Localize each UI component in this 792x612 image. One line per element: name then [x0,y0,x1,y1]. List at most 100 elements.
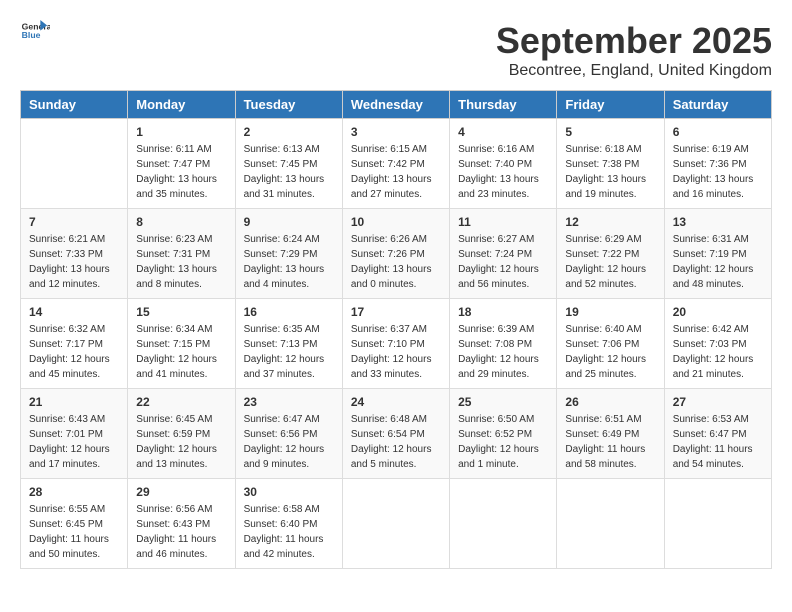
day-number: 7 [29,215,119,229]
calendar-cell: 1 Sunrise: 6:11 AM Sunset: 7:47 PM Daylig… [128,119,235,209]
calendar-cell [21,119,128,209]
calendar-cell: 5 Sunrise: 6:18 AM Sunset: 7:38 PM Daylig… [557,119,664,209]
day-number: 9 [244,215,334,229]
day-number: 21 [29,395,119,409]
calendar-cell: 7 Sunrise: 6:21 AM Sunset: 7:33 PM Daylig… [21,209,128,299]
day-number: 4 [458,125,548,139]
calendar-cell: 28Sunrise: 6:55 AM Sunset: 6:45 PM Dayli… [21,479,128,569]
day-number: 10 [351,215,441,229]
day-info: Sunrise: 6:15 AM Sunset: 7:42 PM Dayligh… [351,142,441,202]
calendar-cell: 30 Sunrise: 6:58 AM Sunset: 6:40 PM Dayli… [235,479,342,569]
day-info: Sunrise: 6:32 AM Sunset: 7:17 PM Dayligh… [29,322,119,382]
weekday-header-sunday: Sunday [21,91,128,119]
weekday-header-thursday: Thursday [450,91,557,119]
calendar-cell: 9 Sunrise: 6:24 AM Sunset: 7:29 PM Daylig… [235,209,342,299]
day-number: 1 [136,125,226,139]
calendar-cell: 12 Sunrise: 6:29 AM Sunset: 7:22 PM Dayli… [557,209,664,299]
day-info: Sunrise: 6:45 AM Sunset: 6:59 PM Dayligh… [136,412,226,472]
day-info: Sunrise: 6:34 AM Sunset: 7:15 PM Dayligh… [136,322,226,382]
day-number: 2 [244,125,334,139]
weekday-header-row: SundayMondayTuesdayWednesdayThursdayFrid… [21,91,772,119]
calendar-cell: 20Sunrise: 6:42 AM Sunset: 7:03 PM Dayli… [664,299,771,389]
weekday-header-wednesday: Wednesday [342,91,449,119]
day-number: 24 [351,395,441,409]
day-info: Sunrise: 6:58 AM Sunset: 6:40 PM Dayligh… [244,502,334,562]
day-info: Sunrise: 6:48 AM Sunset: 6:54 PM Dayligh… [351,412,441,472]
day-info: Sunrise: 6:35 AM Sunset: 7:13 PM Dayligh… [244,322,334,382]
day-number: 17 [351,305,441,319]
calendar-cell: 6Sunrise: 6:19 AM Sunset: 7:36 PM Daylig… [664,119,771,209]
week-row-5: 28Sunrise: 6:55 AM Sunset: 6:45 PM Dayli… [21,479,772,569]
week-row-4: 21 Sunrise: 6:43 AM Sunset: 7:01 PM Dayli… [21,389,772,479]
day-info: Sunrise: 6:55 AM Sunset: 6:45 PM Dayligh… [29,502,119,562]
day-number: 5 [565,125,655,139]
calendar-cell: 24 Sunrise: 6:48 AM Sunset: 6:54 PM Dayli… [342,389,449,479]
day-number: 25 [458,395,548,409]
day-info: Sunrise: 6:40 AM Sunset: 7:06 PM Dayligh… [565,322,655,382]
day-number: 30 [244,485,334,499]
day-info: Sunrise: 6:37 AM Sunset: 7:10 PM Dayligh… [351,322,441,382]
calendar-cell [450,479,557,569]
day-number: 3 [351,125,441,139]
calendar-cell: 13Sunrise: 6:31 AM Sunset: 7:19 PM Dayli… [664,209,771,299]
title-section: September 2025 Becontree, England, Unite… [496,20,772,80]
calendar-table: SundayMondayTuesdayWednesdayThursdayFrid… [20,90,772,569]
calendar-cell: 14 Sunrise: 6:32 AM Sunset: 7:17 PM Dayli… [21,299,128,389]
svg-text:Blue: Blue [22,30,41,40]
calendar-cell: 2 Sunrise: 6:13 AM Sunset: 7:45 PM Daylig… [235,119,342,209]
location-title: Becontree, England, United Kingdom [496,62,772,80]
day-info: Sunrise: 6:13 AM Sunset: 7:45 PM Dayligh… [244,142,334,202]
calendar-cell: 11Sunrise: 6:27 AM Sunset: 7:24 PM Dayli… [450,209,557,299]
day-number: 14 [29,305,119,319]
week-row-1: 1 Sunrise: 6:11 AM Sunset: 7:47 PM Daylig… [21,119,772,209]
logo: General Blue [20,20,50,40]
day-info: Sunrise: 6:29 AM Sunset: 7:22 PM Dayligh… [565,232,655,292]
calendar-cell [342,479,449,569]
calendar-cell: 17 Sunrise: 6:37 AM Sunset: 7:10 PM Dayli… [342,299,449,389]
week-row-3: 14 Sunrise: 6:32 AM Sunset: 7:17 PM Dayli… [21,299,772,389]
day-info: Sunrise: 6:39 AM Sunset: 7:08 PM Dayligh… [458,322,548,382]
calendar-cell: 15 Sunrise: 6:34 AM Sunset: 7:15 PM Dayli… [128,299,235,389]
calendar-cell: 23 Sunrise: 6:47 AM Sunset: 6:56 PM Dayli… [235,389,342,479]
weekday-header-friday: Friday [557,91,664,119]
calendar-cell: 26Sunrise: 6:51 AM Sunset: 6:49 PM Dayli… [557,389,664,479]
day-info: Sunrise: 6:47 AM Sunset: 6:56 PM Dayligh… [244,412,334,472]
calendar-cell: 3 Sunrise: 6:15 AM Sunset: 7:42 PM Daylig… [342,119,449,209]
calendar-cell: 10 Sunrise: 6:26 AM Sunset: 7:26 PM Dayli… [342,209,449,299]
week-row-2: 7 Sunrise: 6:21 AM Sunset: 7:33 PM Daylig… [21,209,772,299]
day-info: Sunrise: 6:43 AM Sunset: 7:01 PM Dayligh… [29,412,119,472]
day-info: Sunrise: 6:27 AM Sunset: 7:24 PM Dayligh… [458,232,548,292]
calendar-cell: 27 Sunrise: 6:53 AM Sunset: 6:47 PM Dayli… [664,389,771,479]
calendar-cell: 16Sunrise: 6:35 AM Sunset: 7:13 PM Dayli… [235,299,342,389]
day-number: 27 [673,395,763,409]
calendar-cell: 22Sunrise: 6:45 AM Sunset: 6:59 PM Dayli… [128,389,235,479]
month-title: September 2025 [496,20,772,62]
page-header: General Blue September 2025 Becontree, E… [20,20,772,80]
calendar-cell: 25Sunrise: 6:50 AM Sunset: 6:52 PM Dayli… [450,389,557,479]
day-number: 8 [136,215,226,229]
calendar-cell: 18 Sunrise: 6:39 AM Sunset: 7:08 PM Dayli… [450,299,557,389]
day-number: 23 [244,395,334,409]
day-number: 20 [673,305,763,319]
day-info: Sunrise: 6:24 AM Sunset: 7:29 PM Dayligh… [244,232,334,292]
weekday-header-monday: Monday [128,91,235,119]
calendar-cell [557,479,664,569]
day-number: 12 [565,215,655,229]
day-info: Sunrise: 6:23 AM Sunset: 7:31 PM Dayligh… [136,232,226,292]
day-info: Sunrise: 6:53 AM Sunset: 6:47 PM Dayligh… [673,412,763,472]
weekday-header-saturday: Saturday [664,91,771,119]
day-number: 15 [136,305,226,319]
calendar-cell: 19 Sunrise: 6:40 AM Sunset: 7:06 PM Dayli… [557,299,664,389]
day-info: Sunrise: 6:19 AM Sunset: 7:36 PM Dayligh… [673,142,763,202]
day-number: 13 [673,215,763,229]
calendar-cell [664,479,771,569]
day-info: Sunrise: 6:21 AM Sunset: 7:33 PM Dayligh… [29,232,119,292]
day-info: Sunrise: 6:16 AM Sunset: 7:40 PM Dayligh… [458,142,548,202]
day-number: 18 [458,305,548,319]
day-number: 19 [565,305,655,319]
day-info: Sunrise: 6:18 AM Sunset: 7:38 PM Dayligh… [565,142,655,202]
day-info: Sunrise: 6:26 AM Sunset: 7:26 PM Dayligh… [351,232,441,292]
day-info: Sunrise: 6:56 AM Sunset: 6:43 PM Dayligh… [136,502,226,562]
day-info: Sunrise: 6:11 AM Sunset: 7:47 PM Dayligh… [136,142,226,202]
calendar-cell: 8 Sunrise: 6:23 AM Sunset: 7:31 PM Daylig… [128,209,235,299]
